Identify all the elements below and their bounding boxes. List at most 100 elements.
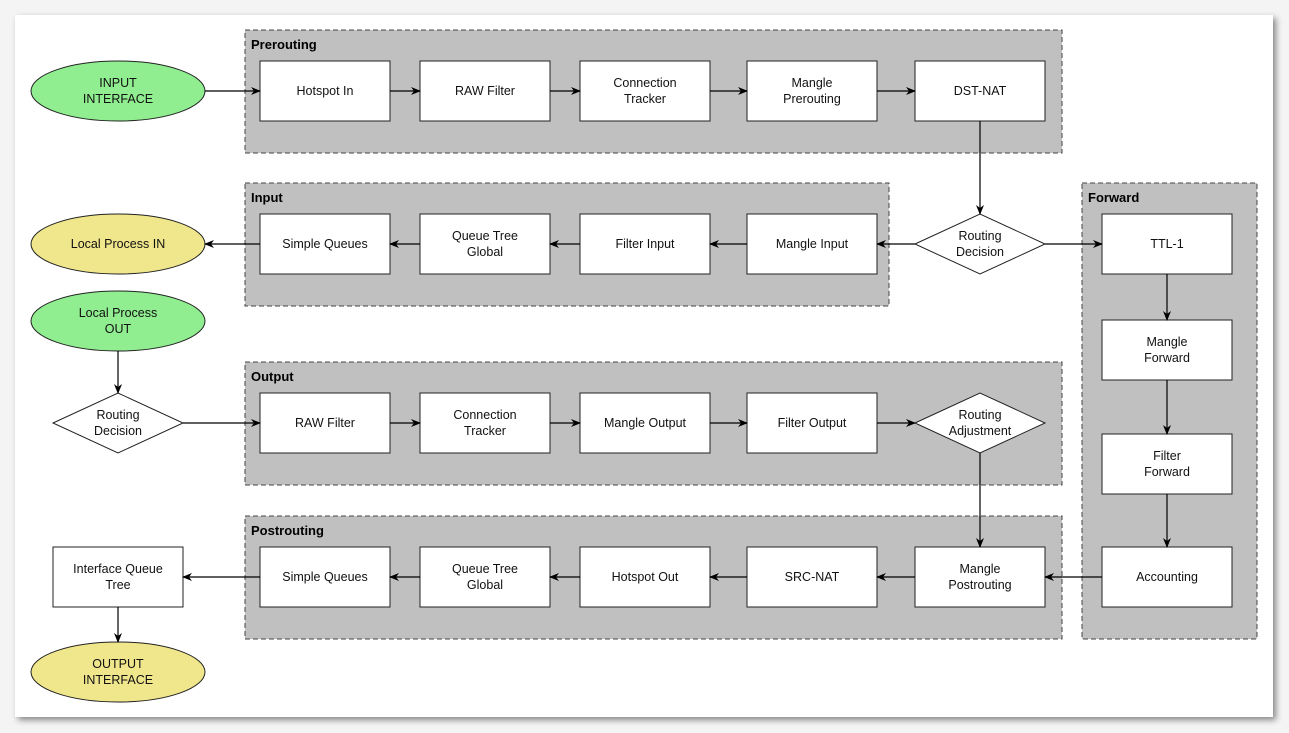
label-line: Filter Input [615,237,675,251]
label-line: TTL-1 [1150,237,1183,251]
node-post-qt[interactable]: Queue Tree Global [419,546,551,608]
label-line: Global [467,245,503,259]
group-title: Output [251,369,294,384]
node-label: Hotspot Out [612,570,679,584]
label-line: Connection [453,408,516,422]
label-line: Mangle Output [604,416,687,430]
label-line: Filter [1153,449,1181,463]
node-iface-queue[interactable]: Interface Queue Tree [52,546,184,608]
node-local-in[interactable]: Local Process IN [30,213,206,275]
node-label: RAW Filter [295,416,355,430]
ellipse-shape [30,641,206,703]
node-pre-conn[interactable]: Connection Tracker [579,60,711,122]
box-shape [1101,319,1233,381]
label-line: Connection [613,76,676,90]
label-line: Routing [958,229,1001,243]
label-line: Accounting [1136,570,1198,584]
node-local-out[interactable]: Local Process OUT [30,290,206,352]
label-line: INTERFACE [83,92,153,106]
node-label: SRC-NAT [785,570,840,584]
label-line: Prerouting [783,92,841,106]
label-line: Hotspot In [297,84,354,98]
node-in-mangle[interactable]: Mangle Input [746,213,878,275]
node-routing-decision[interactable]: Routing Decision [913,213,1047,275]
node-in-sq[interactable]: Simple Queues [259,213,391,275]
ellipse-shape [30,60,206,122]
node-label: Filter Output [778,416,847,430]
node-post-mangle[interactable]: Mangle Postrouting [914,546,1046,608]
label-line: Tracker [464,424,506,438]
node-out-filter[interactable]: Filter Output [746,392,878,454]
node-label: Local Process IN [71,237,165,251]
node-routing-decision-out[interactable]: Routing Decision [51,392,185,454]
box-shape [419,546,551,608]
label-line: Mangle Input [776,237,849,251]
diamond-shape [51,392,185,454]
label-line: RAW Filter [295,416,355,430]
group-title: Postrouting [251,523,324,538]
label-line: Interface Queue [73,562,163,576]
node-label: Mangle Input [776,237,849,251]
node-pre-raw[interactable]: RAW Filter [419,60,551,122]
label-line: Filter Output [778,416,847,430]
node-post-sq[interactable]: Simple Queues [259,546,391,608]
label-line: Hotspot Out [612,570,679,584]
box-shape [579,60,711,122]
ellipse-shape [30,290,206,352]
box-shape [419,213,551,275]
box-shape [746,60,878,122]
node-label: Mangle Output [604,416,687,430]
node-in-filter[interactable]: Filter Input [579,213,711,275]
node-out-conn[interactable]: Connection Tracker [419,392,551,454]
label-line: Decision [94,424,142,438]
node-pre-dstnat[interactable]: DST-NAT [914,60,1046,122]
node-input-interface[interactable]: INPUT INTERFACE [30,60,206,122]
group-title: Input [251,190,283,205]
node-fw-filter[interactable]: Filter Forward [1101,433,1233,495]
label-line: Forward [1144,465,1190,479]
label-line: RAW Filter [455,84,515,98]
node-fw-ttl[interactable]: TTL-1 [1101,213,1233,275]
node-pre-mangle[interactable]: Mangle Prerouting [746,60,878,122]
label-line: OUTPUT [92,657,144,671]
label-line: Adjustment [949,424,1012,438]
node-in-qt[interactable]: Queue Tree Global [419,213,551,275]
box-shape [1101,433,1233,495]
group-title: Prerouting [251,37,317,52]
label-line: Mangle [792,76,833,90]
label-line: OUT [105,322,132,336]
node-fw-mangle[interactable]: Mangle Forward [1101,319,1233,381]
node-label: TTL-1 [1150,237,1183,251]
node-out-raw[interactable]: RAW Filter [259,392,391,454]
node-pre-hotspot[interactable]: Hotspot In [259,60,391,122]
node-label: Accounting [1136,570,1198,584]
label-line: Forward [1144,351,1190,365]
box-shape [52,546,184,608]
label-line: Simple Queues [282,237,367,251]
node-out-mangle[interactable]: Mangle Output [579,392,711,454]
box-shape [419,392,551,454]
diamond-shape [913,213,1047,275]
label-line: Local Process [79,306,158,320]
label-line: DST-NAT [954,84,1007,98]
node-output-interface[interactable]: OUTPUT INTERFACE [30,641,206,703]
label-line: Postrouting [948,578,1011,592]
label-line: Routing [96,408,139,422]
label-line: Routing [958,408,1001,422]
group-title: Forward [1088,190,1139,205]
node-label: Filter Input [615,237,675,251]
node-post-srcnat[interactable]: SRC-NAT [746,546,878,608]
node-label: Hotspot In [297,84,354,98]
label-line: Tree [105,578,130,592]
label-line: Tracker [624,92,666,106]
node-fw-acct[interactable]: Accounting [1101,546,1233,608]
node-label: Simple Queues [282,237,367,251]
label-line: Mangle [960,562,1001,576]
label-line: Global [467,578,503,592]
label-line: INPUT [99,76,137,90]
node-post-hotspot[interactable]: Hotspot Out [579,546,711,608]
node-label: Simple Queues [282,570,367,584]
label-line: Local Process IN [71,237,165,251]
label-line: Queue Tree [452,229,518,243]
label-line: SRC-NAT [785,570,840,584]
